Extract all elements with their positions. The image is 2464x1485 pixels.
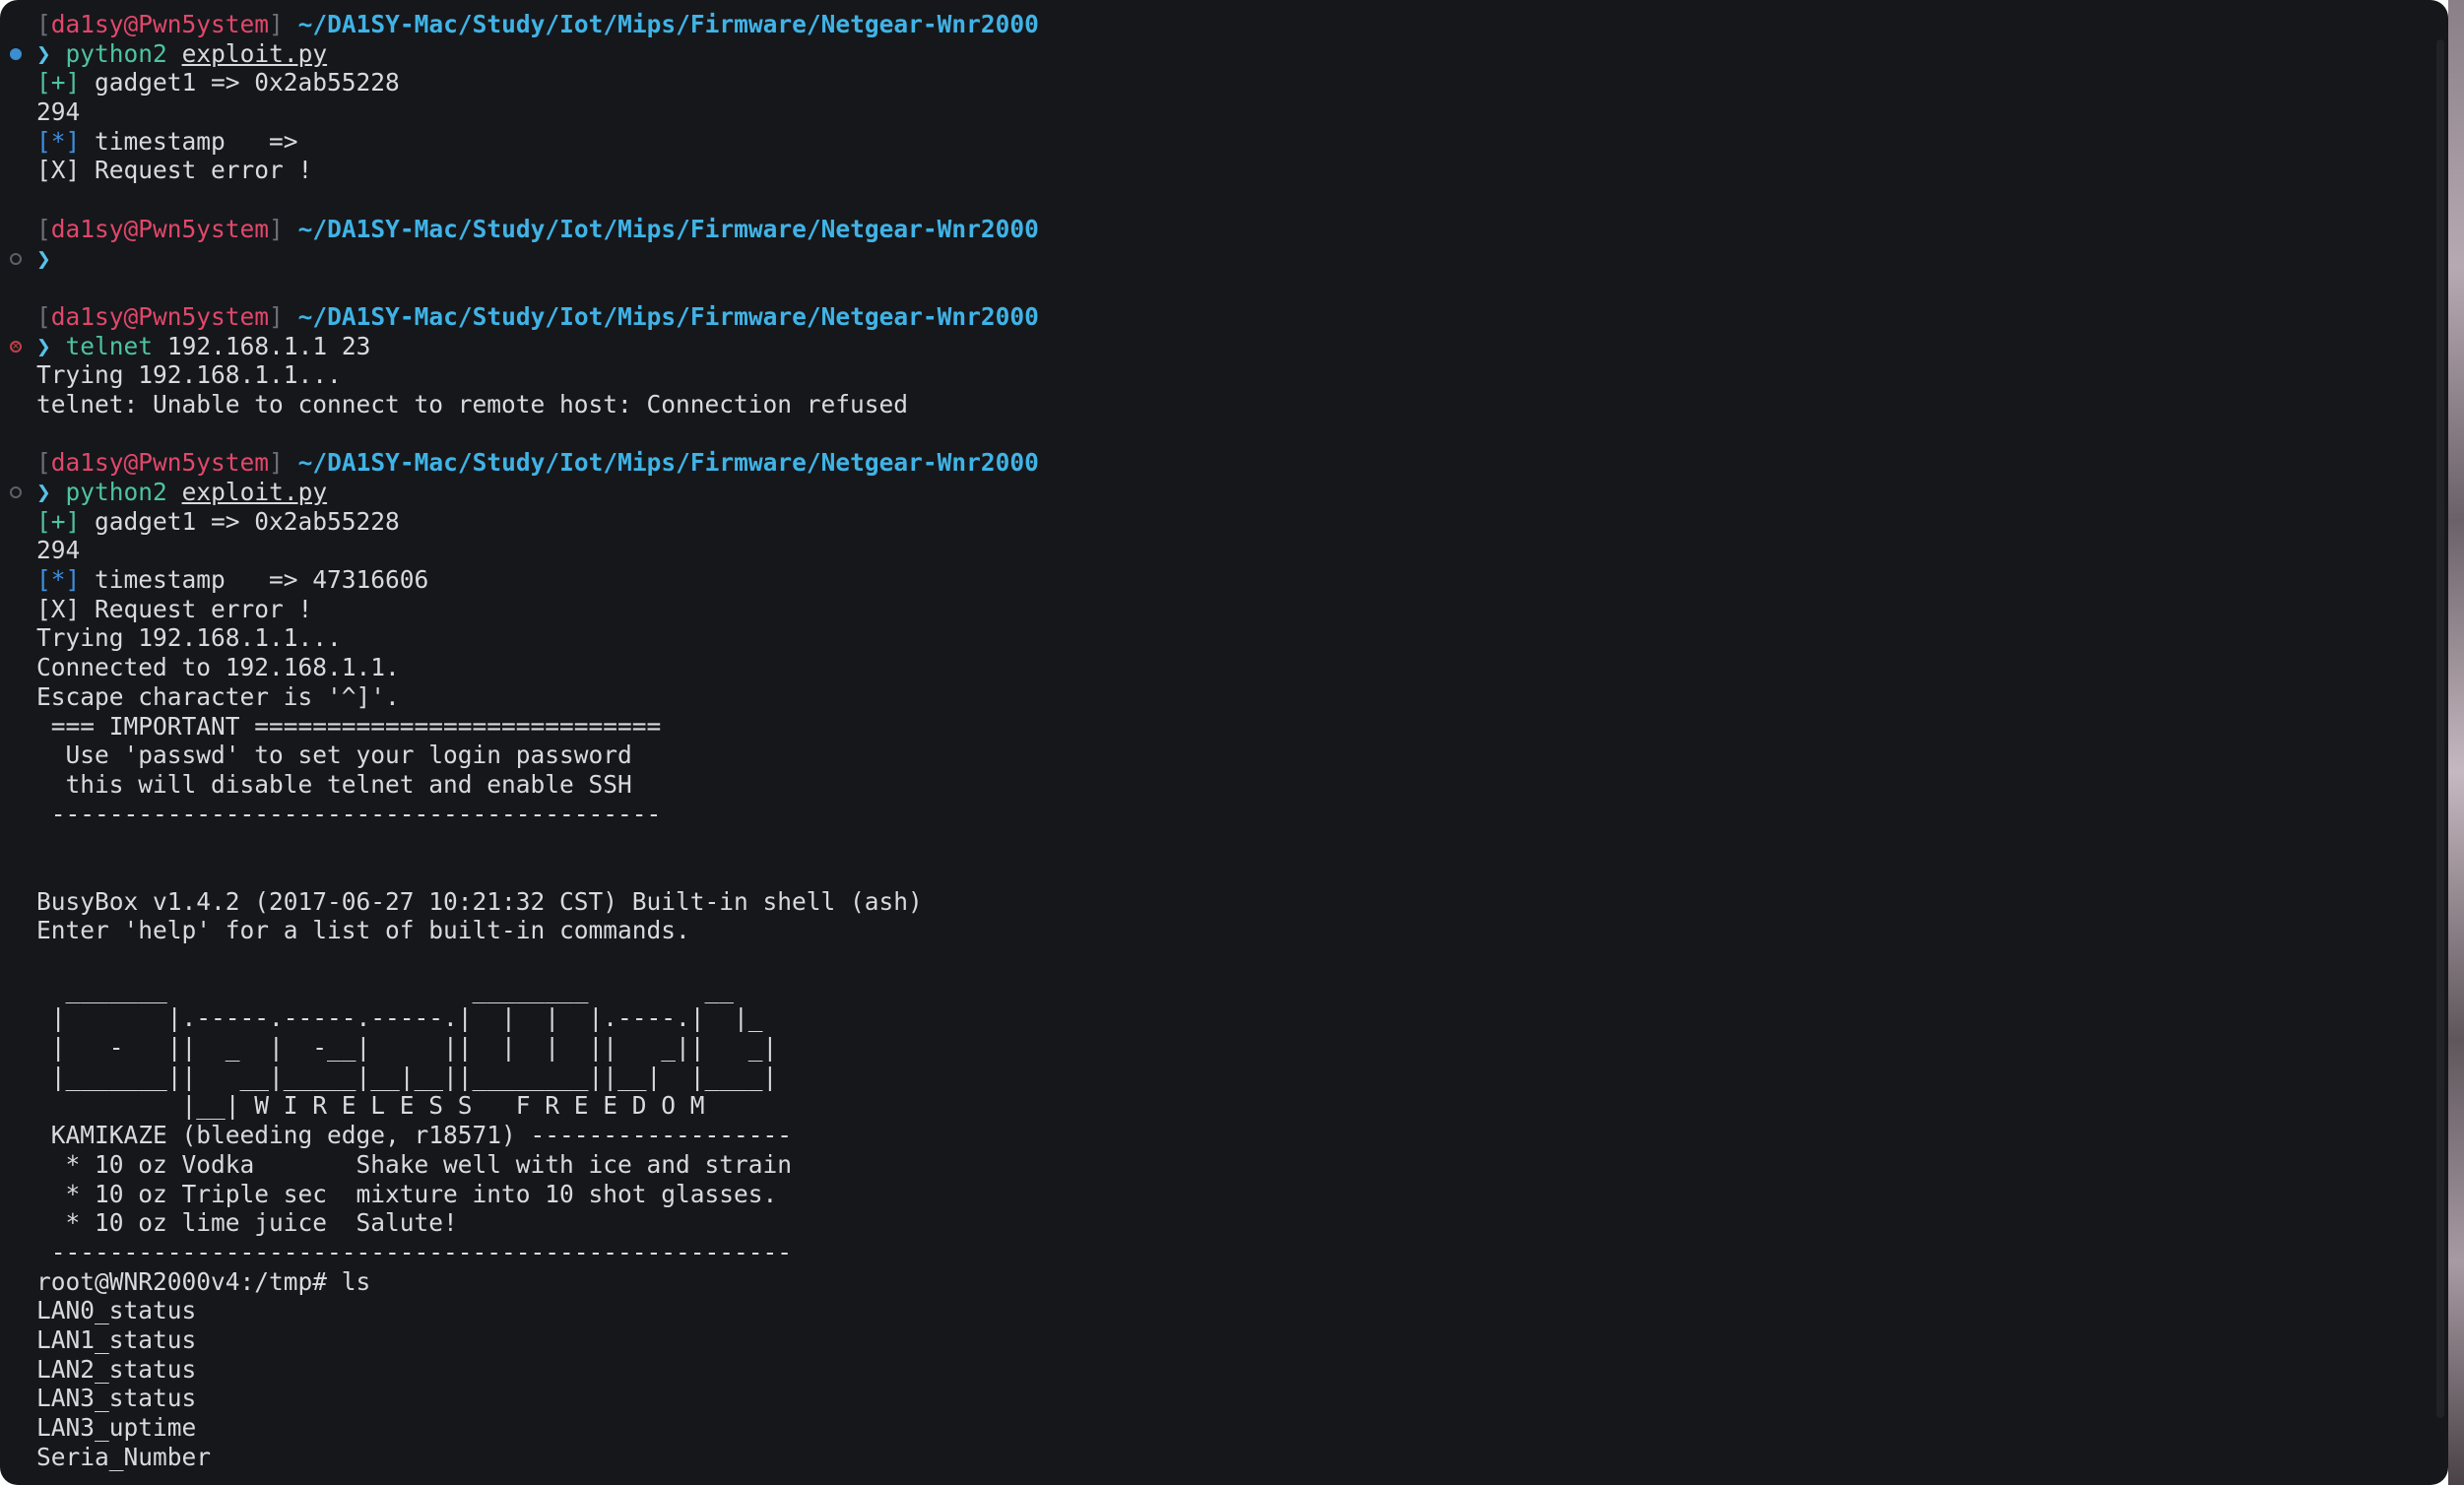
output-line: LAN1_status xyxy=(36,1324,197,1354)
status-idle-icon xyxy=(10,486,22,498)
output-line: telnet: Unable to connect to remote host… xyxy=(36,389,909,419)
command-argument[interactable]: exploit.py xyxy=(182,39,328,68)
output-line: 294 xyxy=(36,97,81,127)
output-line: _______ ________ __ xyxy=(36,974,735,1003)
prompt-chevron-icon: ❯ xyxy=(36,331,51,360)
output-line: ----------------------------------------… xyxy=(36,1237,793,1266)
output-line: | |.-----.-----.-----.| | | |.----.| |_ xyxy=(36,1003,763,1033)
command-line[interactable]: ❯ telnet 192.168.1.1 23 xyxy=(0,332,2419,361)
prompt-path: ~/DA1SY-Mac/Study/Iot/Mips/Firmware/Netg… xyxy=(297,10,1039,38)
output-line: * 10 oz lime juice Salute! xyxy=(36,1208,458,1238)
prompt-header: [da1sy@Pwn5ystem] ~/DA1SY-Mac/Study/Iot/… xyxy=(36,301,1039,331)
terminal-window[interactable]: [da1sy@Pwn5ystem] ~/DA1SY-Mac/Study/Iot/… xyxy=(0,0,2448,1485)
output-line: |_______|| __|_____|__|__||________||__|… xyxy=(36,1062,778,1091)
prompt-chevron-icon: ❯ xyxy=(36,478,51,506)
output-line: === IMPORTANT ==========================… xyxy=(36,711,662,741)
status-error-icon xyxy=(10,336,22,355)
output-line: [X] Request error ! xyxy=(36,594,313,623)
prompt-header: [da1sy@Pwn5ystem] ~/DA1SY-Mac/Study/Iot/… xyxy=(36,214,1039,243)
prompt-user-host: da1sy@Pwn5ystem xyxy=(50,448,270,478)
prompt-path: ~/DA1SY-Mac/Study/Iot/Mips/Firmware/Netg… xyxy=(297,214,1039,243)
output-line: KAMIKAZE (bleeding edge, r18571) -------… xyxy=(36,1121,793,1150)
prompt-user-host: da1sy@Pwn5ystem xyxy=(50,301,270,331)
output-line: this will disable telnet and enable SSH xyxy=(36,769,632,799)
output-line: Use 'passwd' to set your login password xyxy=(36,741,632,770)
prompt-header: [da1sy@Pwn5ystem] ~/DA1SY-Mac/Study/Iot/… xyxy=(36,10,1039,38)
output-line: Enter 'help' for a list of built-in comm… xyxy=(36,916,690,945)
output-line: [X] Request error ! xyxy=(36,156,313,185)
output-line: Connected to 192.168.1.1. xyxy=(36,653,400,682)
prompt-chevron-icon: ❯ xyxy=(36,243,51,273)
output-line: BusyBox v1.4.2 (2017-06-27 10:21:32 CST)… xyxy=(36,886,923,916)
output-line: | - || _ | -__| || | | || _|| _| xyxy=(36,1033,778,1063)
prompt-header: [da1sy@Pwn5ystem] ~/DA1SY-Mac/Study/Iot/… xyxy=(36,448,1039,478)
terminal-output[interactable]: [da1sy@Pwn5ystem] ~/DA1SY-Mac/Study/Iot/… xyxy=(0,10,2419,1471)
output-line: [+] gadget1 => 0x2ab55228 xyxy=(36,68,400,97)
output-line: ----------------------------------------… xyxy=(36,799,662,828)
prompt-user-host: da1sy@Pwn5ystem xyxy=(50,214,270,243)
command-argument: 192.168.1.1 23 xyxy=(166,331,371,360)
prompt-user-host: da1sy@Pwn5ystem xyxy=(50,10,270,38)
output-line: root@WNR2000v4:/tmp# ls xyxy=(36,1266,371,1296)
command-line[interactable]: ❯ python2 exploit.py xyxy=(0,39,2419,69)
output-line: * 10 oz Vodka Shake well with ice and st… xyxy=(36,1149,793,1179)
command-name: telnet xyxy=(65,331,154,360)
desktop-wallpaper xyxy=(2448,0,2464,1485)
output-line: Seria_Number xyxy=(36,1442,212,1471)
prompt-path: ~/DA1SY-Mac/Study/Iot/Mips/Firmware/Netg… xyxy=(297,448,1039,478)
session-output: [X] Request error ! Trying 192.168.1.1...… xyxy=(0,595,2419,1472)
output-line: Trying 192.168.1.1... xyxy=(36,360,342,390)
output-line: Escape character is '^]'. xyxy=(36,681,400,711)
output-line: [*] timestamp => 47316606 xyxy=(36,565,429,595)
output-line: LAN2_status xyxy=(36,1354,197,1384)
command-name: python2 xyxy=(65,478,167,506)
status-success-icon xyxy=(10,47,22,60)
command-line[interactable]: ❯ xyxy=(0,244,2419,274)
command-name: python2 xyxy=(65,38,167,68)
output-line: Trying 192.168.1.1... xyxy=(36,623,342,653)
prompt-chevron-icon: ❯ xyxy=(36,38,51,68)
output-line: 294 xyxy=(36,536,81,565)
output-line: LAN3_status xyxy=(36,1384,197,1413)
output-line: |__| W I R E L E S S F R E E D O M xyxy=(36,1091,705,1121)
command-argument[interactable]: exploit.py xyxy=(182,478,328,506)
command-line[interactable]: ❯ python2 exploit.py xyxy=(0,478,2419,507)
output-line: LAN3_uptime xyxy=(36,1413,197,1442)
output-line: [+] gadget1 => 0x2ab55228 xyxy=(36,506,400,536)
status-idle-icon xyxy=(10,252,22,265)
prompt-path: ~/DA1SY-Mac/Study/Iot/Mips/Firmware/Netg… xyxy=(297,301,1039,331)
output-line: LAN0_status xyxy=(36,1296,197,1325)
output-line: * 10 oz Triple sec mixture into 10 shot … xyxy=(36,1179,778,1208)
scrollbar[interactable] xyxy=(2436,39,2444,1418)
output-line: [*] timestamp => xyxy=(36,126,298,156)
